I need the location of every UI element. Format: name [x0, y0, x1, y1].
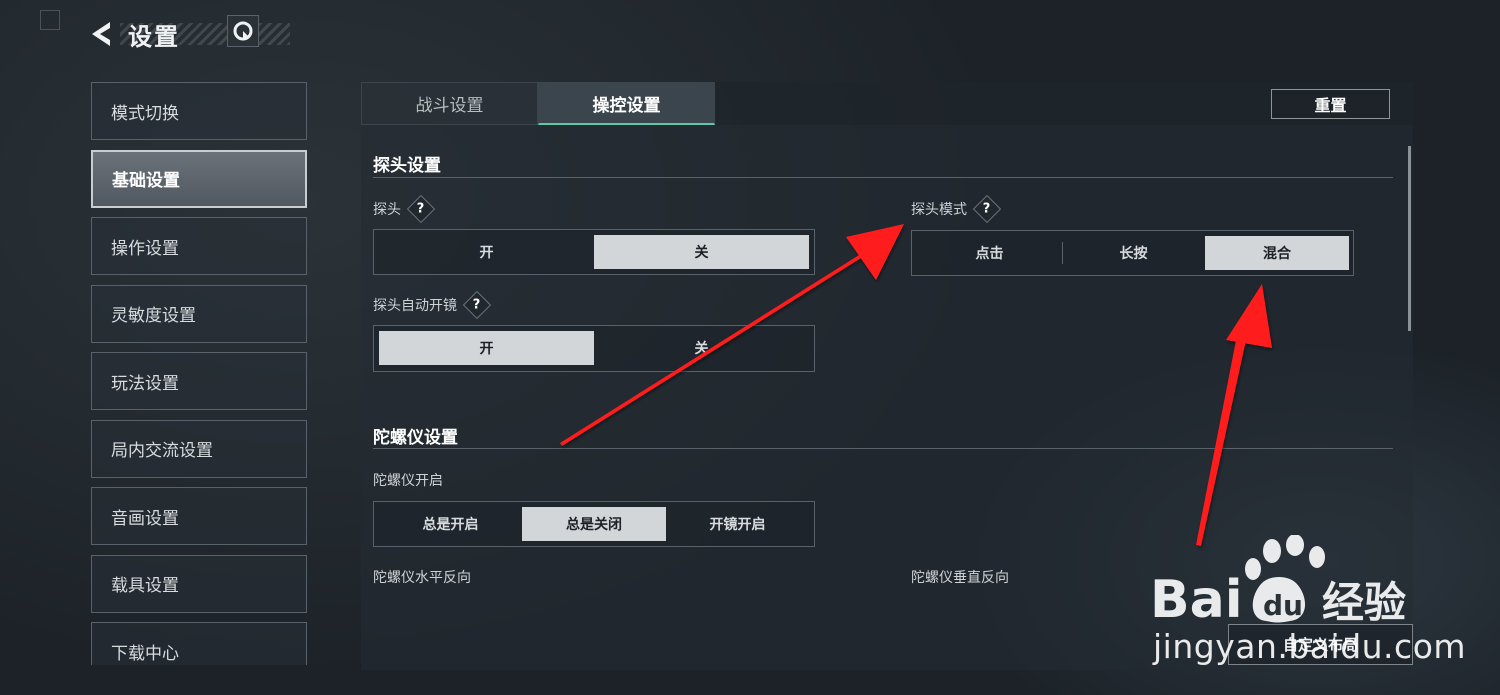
option-tap[interactable]: 点击	[917, 236, 1062, 270]
sidebar-item-operation-settings[interactable]: 操作设置	[91, 217, 307, 275]
support-icon	[233, 21, 253, 41]
sidebar-item-audio-video-settings[interactable]: 音画设置	[91, 487, 307, 545]
sidebar-item-mode-switch[interactable]: 模式切换	[91, 82, 307, 140]
sidebar-item-label: 玩法设置	[111, 373, 179, 394]
reset-button[interactable]: 重置	[1271, 89, 1390, 119]
help-icon[interactable]: ?	[462, 290, 492, 320]
sidebar-item-vehicle-settings[interactable]: 载具设置	[91, 554, 307, 613]
top-bar: 设置	[86, 14, 290, 54]
option-on[interactable]: 开	[379, 331, 594, 365]
sidebar-item-download-center[interactable]: 下载中心	[91, 622, 307, 665]
sidebar-item-sensitivity-settings[interactable]: 灵敏度设置	[91, 284, 307, 343]
gyro-enable-selector: 总是开启 总是关闭 开镜开启	[373, 501, 815, 547]
peek-auto-scope-toggle: 开 关	[373, 325, 815, 372]
customer-service-button[interactable]	[227, 15, 259, 47]
baidu-logo: Bai du 经验	[1150, 534, 1406, 630]
option-always-on[interactable]: 总是开启	[379, 507, 522, 541]
tab-label: 操控设置	[592, 95, 661, 116]
sidebar-item-label: 局内交流设置	[111, 441, 213, 461]
option-on-when-scoped[interactable]: 开镜开启	[666, 507, 809, 541]
sidebar-item-label: 基础设置	[112, 171, 180, 191]
reset-label: 重置	[1314, 96, 1347, 115]
panel-scrollbar[interactable]	[1408, 146, 1411, 331]
sidebar-item-label: 操作设置	[111, 238, 179, 259]
setting-label-text: 陀螺仪水平反向	[373, 570, 471, 586]
help-icon[interactable]: ?	[406, 194, 436, 224]
section-title-gyroscope: 陀螺仪设置	[373, 428, 458, 448]
setting-label-text: 探头	[373, 202, 401, 218]
tab-label: 战斗设置	[415, 96, 484, 116]
watermark-url: jingyan.baidu.com	[1153, 627, 1467, 666]
svg-text:Bai: Bai	[1150, 570, 1243, 630]
settings-tabs: 战斗设置 操控设置 重置	[361, 82, 1413, 125]
option-mixed[interactable]: 混合	[1205, 236, 1349, 270]
section-divider	[373, 177, 1393, 178]
sidebar-item-basic-settings[interactable]: 基础设置	[91, 149, 307, 208]
back-button[interactable]	[86, 16, 116, 52]
sidebar-item-label: 音画设置	[111, 508, 179, 529]
sidebar-item-label: 灵敏度设置	[111, 306, 196, 326]
tab-control-settings[interactable]: 操控设置	[538, 82, 715, 125]
setting-label-text: 探头自动开镜	[373, 298, 457, 314]
sidebar-item-label: 下载中心	[111, 643, 179, 664]
setting-label-gyro-horizontal-invert: 陀螺仪水平反向	[373, 567, 471, 587]
option-on[interactable]: 开	[379, 235, 594, 269]
option-off[interactable]: 关	[594, 235, 809, 269]
setting-label-peek: 探头 ?	[373, 194, 436, 224]
window-corner-mark	[40, 10, 60, 30]
peek-mode-selector: 点击 长按 混合	[911, 230, 1354, 276]
section-divider	[373, 448, 1393, 449]
option-always-off[interactable]: 总是关闭	[522, 507, 666, 541]
setting-label-gyro-enable: 陀螺仪开启	[373, 470, 443, 490]
sidebar-item-gameplay-settings[interactable]: 玩法设置	[91, 352, 307, 410]
setting-label-peek-auto-scope: 探头自动开镜 ?	[373, 290, 492, 320]
page-title: 设置	[128, 22, 180, 51]
baidu-jingyan-watermark: Bai du 经验 jingyan.baidu.com	[1150, 534, 1466, 666]
sidebar-item-communication-settings[interactable]: 局内交流设置	[91, 419, 307, 478]
settings-sidebar: 模式切换 基础设置 操作设置 灵敏度设置 玩法设置 局内交流设置 音画设置 载具…	[91, 82, 307, 665]
sidebar-item-label: 载具设置	[111, 576, 179, 596]
option-hold[interactable]: 长按	[1062, 236, 1205, 270]
help-mark: ?	[417, 201, 425, 217]
tab-combat-settings[interactable]: 战斗设置	[361, 82, 538, 125]
back-arrow-icon	[92, 22, 110, 46]
option-off[interactable]: 关	[594, 331, 809, 365]
svg-text:du: du	[1263, 589, 1303, 622]
setting-label-text: 探头模式	[911, 202, 967, 218]
svg-text:经验: 经验	[1322, 578, 1406, 627]
peek-toggle: 开 关	[373, 229, 815, 275]
section-title-peek: 探头设置	[373, 156, 441, 176]
help-mark: ?	[473, 297, 481, 313]
help-icon[interactable]: ?	[972, 194, 1002, 224]
setting-label-peek-mode: 探头模式 ?	[911, 194, 1002, 224]
setting-label-text: 陀螺仪开启	[373, 473, 443, 489]
setting-label-text: 陀螺仪垂直反向	[911, 570, 1009, 586]
sidebar-item-label: 模式切换	[111, 103, 179, 124]
setting-label-gyro-vertical-invert: 陀螺仪垂直反向	[911, 567, 1009, 587]
help-mark: ?	[983, 201, 991, 217]
